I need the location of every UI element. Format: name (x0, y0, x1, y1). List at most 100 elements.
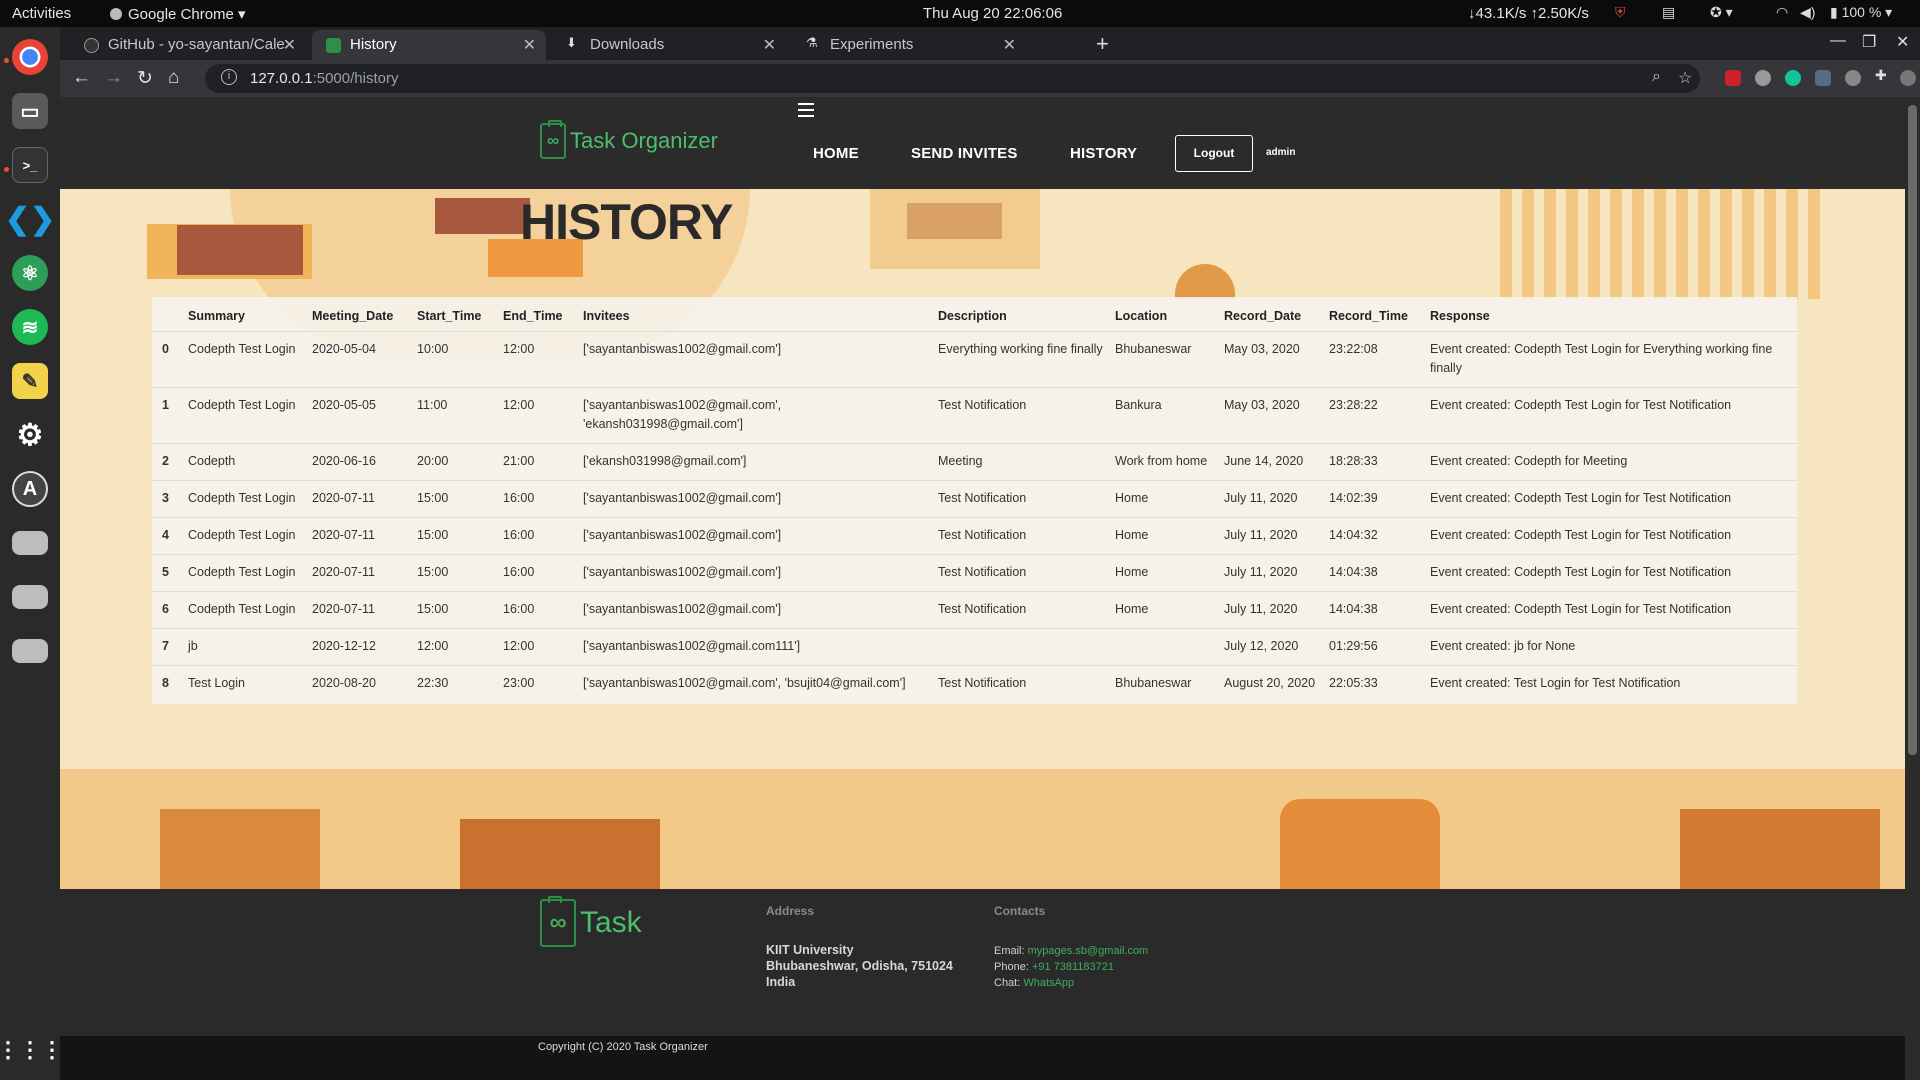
page-scrollbar[interactable] (1905, 97, 1920, 1080)
table-cell: 20:00 (411, 443, 497, 481)
nav-home[interactable]: HOME (813, 145, 859, 162)
download-icon: ⬇ (566, 35, 577, 50)
shield-icon[interactable]: ⛨ (1615, 4, 1626, 21)
table-cell: Event created: Codepth Test Login for Te… (1424, 591, 1797, 629)
files-icon[interactable]: ▭ (12, 93, 48, 129)
close-tab-icon[interactable]: ✕ (1003, 35, 1016, 55)
table-cell: July 11, 2020 (1218, 554, 1323, 592)
table-cell: 23:00 (497, 665, 577, 702)
usb-drive-icon[interactable] (12, 639, 48, 663)
history-section: HISTORY Summary Meeting_Date Start_Time … (60, 189, 1905, 889)
tab-downloads[interactable]: ⬇ Downloads ✕ (552, 30, 786, 60)
table-cell: 10:00 (411, 331, 497, 388)
network-speed-indicator[interactable]: ↓43.1K/s ↑2.50K/s (1468, 5, 1589, 22)
table-cell: Test Notification (932, 554, 1109, 592)
site-info-icon[interactable]: i (221, 69, 237, 85)
footer-logo[interactable]: ∞ Task (540, 896, 642, 947)
table-cell: 2020-07-11 (306, 480, 411, 518)
bookmark-star-icon[interactable]: ☆ (1678, 68, 1692, 88)
row-index: 0 (152, 331, 182, 388)
contacts-heading: Contacts (994, 904, 1046, 918)
maximize-icon[interactable]: ❐ (1862, 32, 1876, 52)
scrollbar-thumb[interactable] (1908, 105, 1917, 755)
table-cell: 12:00 (497, 628, 577, 666)
clipboard-icon[interactable]: ▤ (1662, 4, 1675, 21)
app-menu[interactable]: Google Chrome ▾ (110, 5, 246, 23)
activities-button[interactable]: Activities (12, 5, 71, 22)
phone-link[interactable]: +91 7381183721 (1032, 961, 1114, 973)
volume-icon[interactable]: ◀) (1800, 4, 1815, 21)
extensions-puzzle-icon[interactable]: ✚ (1875, 67, 1891, 83)
home-icon[interactable]: ⌂ (168, 67, 179, 89)
forward-icon[interactable]: → (104, 67, 123, 89)
decorative-brick (160, 809, 320, 889)
extension-icon[interactable] (1845, 70, 1861, 86)
settings-gear-icon[interactable]: ⚙ (12, 417, 48, 453)
column-header: Meeting_Date (312, 309, 394, 323)
extension-grammarly-icon[interactable] (1785, 70, 1801, 86)
table-cell: May 03, 2020 (1218, 387, 1323, 444)
address-bar[interactable]: i 127.0.0.1:5000/history ⌕ ☆ (205, 64, 1700, 93)
row-index: 3 (152, 480, 182, 518)
text-editor-icon[interactable]: ✎ (12, 363, 48, 399)
address-line: KIIT University (766, 943, 854, 957)
extension-icon[interactable] (1755, 70, 1771, 86)
table-cell: ['sayantanbiswas1002@gmail.com'] (577, 480, 932, 518)
tab-github[interactable]: GitHub - yo-sayantan/Cale ✕ (70, 30, 306, 60)
whatsapp-link[interactable]: WhatsApp (1023, 977, 1074, 989)
reload-icon[interactable]: ↻ (137, 67, 153, 90)
wifi-icon[interactable]: ◠ (1776, 4, 1788, 21)
tab-history[interactable]: History ✕ (312, 30, 546, 60)
battery-icon[interactable]: ▮ 100 % ▾ (1830, 4, 1892, 21)
table-cell: 14:04:38 (1323, 591, 1424, 629)
software-center-icon[interactable]: A (12, 471, 48, 507)
profile-avatar[interactable] (1900, 70, 1916, 86)
decorative-brick (1680, 809, 1880, 889)
current-user: admin (1266, 147, 1296, 158)
table-cell: Test Notification (932, 387, 1109, 444)
vscode-icon[interactable]: ❮❯ (5, 201, 55, 237)
back-icon[interactable]: ← (72, 67, 91, 89)
column-header: End_Time (503, 309, 563, 323)
tab-title: GitHub - yo-sayantan/Cale (108, 36, 285, 53)
minimize-icon[interactable]: — (1830, 32, 1846, 50)
spotify-icon[interactable]: ≋ (12, 309, 48, 345)
nav-send-invites[interactable]: SEND INVITES (911, 145, 1018, 162)
url-text[interactable]: 127.0.0.1:5000/history (250, 70, 398, 87)
show-applications-icon[interactable]: ⋮⋮⋮ (0, 1032, 63, 1068)
table-cell: Home (1109, 517, 1218, 555)
tab-experiments[interactable]: ⚗ Experiments ✕ (792, 30, 1026, 60)
table-cell: ['sayantanbiswas1002@gmail.com'] (577, 517, 932, 555)
accessibility-icon[interactable]: ✪ ▾ (1710, 4, 1733, 21)
decorative-columns (1500, 189, 1830, 299)
drive-icon[interactable] (12, 585, 48, 609)
table-cell: ['ekansh031998@gmail.com'] (577, 443, 932, 481)
chat-label: Chat: (994, 977, 1021, 989)
close-tab-icon[interactable]: ✕ (283, 35, 296, 55)
zoom-icon[interactable]: ⌕ (1652, 68, 1661, 86)
column-header: Invitees (583, 309, 630, 323)
logout-button[interactable]: Logout (1175, 135, 1253, 172)
active-app-indicator (4, 58, 9, 63)
nav-history[interactable]: HISTORY (1070, 145, 1137, 162)
drive-icon[interactable] (12, 531, 48, 555)
close-window-icon[interactable]: ✕ (1896, 32, 1909, 52)
hamburger-menu-icon[interactable] (798, 103, 814, 121)
decorative-helmet (1175, 264, 1235, 299)
address-heading: Address (766, 904, 815, 918)
close-tab-icon[interactable]: ✕ (523, 35, 536, 55)
extension-icon[interactable] (1815, 70, 1831, 86)
new-tab-button[interactable]: + (1096, 31, 1109, 57)
table-cell: 11:00 (411, 387, 497, 444)
extension-opera-icon[interactable] (1725, 70, 1741, 86)
email-link[interactable]: mypages.sb@gmail.com (1028, 945, 1149, 957)
chrome-icon[interactable] (12, 39, 48, 75)
site-logo[interactable]: ∞ Task Organizer (540, 120, 718, 159)
row-index: 8 (152, 665, 182, 702)
terminal-icon[interactable]: >_ (12, 147, 48, 183)
close-tab-icon[interactable]: ✕ (763, 35, 776, 55)
table-cell: Everything working fine finally (932, 331, 1109, 388)
table-cell: 2020-07-11 (306, 591, 411, 629)
clock[interactable]: Thu Aug 20 22:06:06 (923, 5, 1062, 22)
atom-icon[interactable]: ⚛ (12, 255, 48, 291)
